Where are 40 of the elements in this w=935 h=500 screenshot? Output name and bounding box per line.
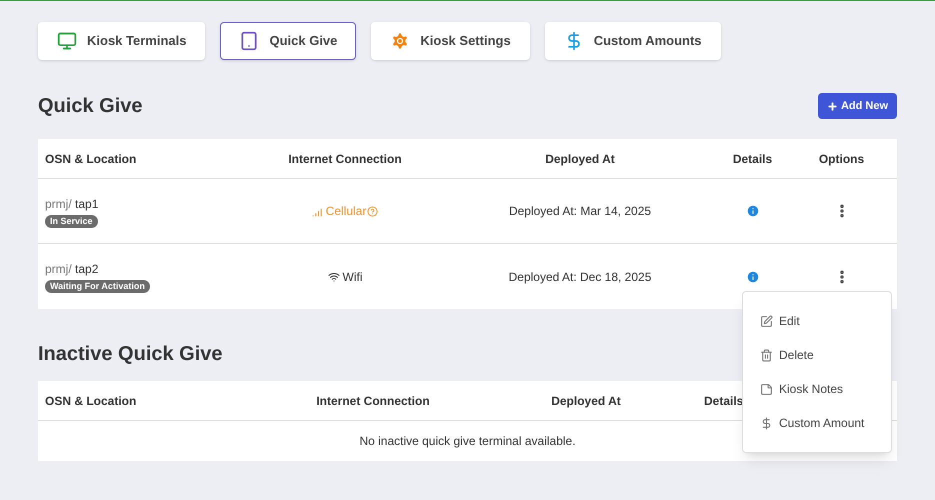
edit-icon bbox=[760, 314, 773, 328]
column-header: OSN & Location bbox=[44, 150, 138, 168]
column-header: Details bbox=[704, 392, 744, 410]
tab[interactable]: Kiosk Settings bbox=[371, 22, 530, 60]
menu-item[interactable]: Kiosk Notes bbox=[743, 372, 891, 406]
empty-message: No inactive quick give terminal available. bbox=[359, 433, 576, 450]
dollar-icon bbox=[760, 416, 773, 430]
deployed-date: Deployed At: Mar 14, 2025 bbox=[508, 204, 652, 218]
tablet-icon bbox=[239, 31, 260, 51]
column-header: OSN & Location bbox=[44, 392, 138, 410]
terminal-name: prmj/ tap2 bbox=[45, 261, 98, 278]
deployed-date: Deployed At: Dec 18, 2025 bbox=[508, 270, 652, 284]
note-icon bbox=[760, 382, 773, 396]
column-header: Options bbox=[818, 150, 866, 168]
column-header: Internet Connection bbox=[315, 392, 431, 410]
connection-label: Wifi bbox=[342, 268, 362, 286]
info-icon[interactable] bbox=[746, 204, 760, 218]
connection-label: Cellular bbox=[326, 203, 366, 220]
menu-item[interactable]: Custom Amount bbox=[743, 406, 891, 440]
tab[interactable]: Custom Amounts bbox=[544, 22, 721, 60]
column-header: Deployed At bbox=[550, 392, 622, 410]
info-icon[interactable] bbox=[746, 270, 760, 284]
monitor-icon bbox=[57, 31, 77, 51]
help-icon bbox=[367, 206, 378, 216]
status-badge: Waiting For Activation bbox=[45, 280, 150, 293]
add-new-button[interactable]: Add New bbox=[818, 93, 897, 119]
section-title: Quick Give bbox=[38, 94, 142, 119]
plus-icon bbox=[826, 100, 838, 112]
column-header: Internet Connection bbox=[287, 150, 403, 168]
tab[interactable]: Quick Give bbox=[220, 22, 356, 60]
section-title: Inactive Quick Give bbox=[38, 342, 223, 367]
column-header: Deployed At bbox=[544, 150, 616, 168]
terminal-name: prmj/ tap1 bbox=[45, 196, 98, 212]
wifi-icon bbox=[328, 270, 340, 282]
tab[interactable]: Kiosk Terminals bbox=[38, 22, 206, 60]
menu-item[interactable]: Edit bbox=[743, 304, 891, 338]
column-header: Details bbox=[732, 150, 774, 168]
trash-icon bbox=[760, 348, 773, 362]
status-badge: In Service bbox=[45, 214, 98, 228]
menu-item[interactable]: Delete bbox=[743, 338, 891, 372]
